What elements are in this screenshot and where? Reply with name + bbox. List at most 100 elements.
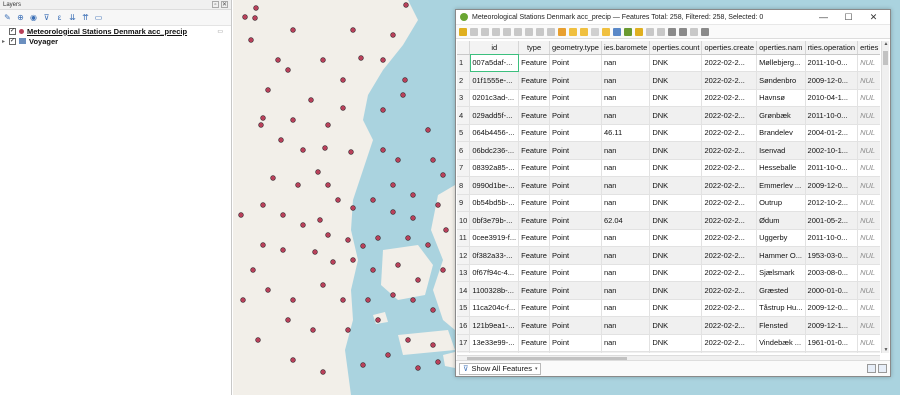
table-cell[interactable]: NUL (857, 159, 880, 177)
table-cell[interactable]: DNK (649, 211, 703, 230)
eye-icon[interactable]: ◉ (29, 13, 38, 22)
field-calculator-icon[interactable] (668, 27, 676, 36)
table-cell[interactable]: NUL (857, 351, 880, 353)
station-point[interactable] (317, 217, 323, 223)
maximize-button[interactable]: ☐ (836, 12, 861, 23)
station-point[interactable] (340, 77, 346, 83)
table-cell[interactable]: 2009-12-0... (805, 71, 859, 90)
table-cell[interactable]: 2012-10-2... (805, 194, 859, 212)
table-cell[interactable]: NUL (857, 334, 880, 352)
table-cell[interactable]: nan (601, 281, 651, 300)
table-cell[interactable]: NUL (857, 54, 880, 72)
station-point[interactable] (280, 247, 286, 253)
station-point[interactable] (350, 27, 356, 33)
station-point[interactable] (410, 192, 416, 198)
row-number[interactable]: 5 (457, 124, 471, 142)
table-cell[interactable]: NUL (857, 89, 880, 107)
scroll-down-icon[interactable]: ▼ (882, 347, 890, 353)
table-cell[interactable]: Hammer O... (756, 246, 806, 265)
table-cell[interactable]: Point (549, 334, 602, 352)
table-row[interactable]: 10 0bf3e79b-... Feature Point 62.04 DNK 2022-0… (457, 211, 880, 230)
filter-expression-icon[interactable]: ε (55, 13, 64, 22)
station-point[interactable] (440, 267, 446, 273)
station-point[interactable] (380, 107, 386, 113)
station-point[interactable] (260, 242, 266, 248)
table-cell[interactable]: Point (549, 124, 602, 142)
delete-field-icon[interactable] (657, 27, 665, 36)
station-point[interactable] (320, 369, 326, 375)
table-cell[interactable]: 0b54bd5b-... (469, 194, 520, 212)
station-point[interactable] (430, 342, 436, 348)
column-header[interactable]: erties (857, 41, 880, 55)
row-number[interactable]: 6 (457, 141, 471, 160)
copy-icon[interactable] (536, 27, 544, 36)
station-point[interactable] (425, 127, 431, 133)
table-cell[interactable]: DNK (649, 264, 703, 282)
station-point[interactable] (395, 157, 401, 163)
table-cell[interactable]: NUL (857, 281, 880, 300)
row-number[interactable]: 13 (457, 264, 471, 282)
station-point[interactable] (385, 352, 391, 358)
table-cell[interactable]: 2022-02-2... (701, 229, 758, 247)
station-point[interactable] (375, 235, 381, 241)
layer-row-voyager[interactable]: ▸ ✓ Voyager (0, 36, 231, 46)
row-number[interactable]: 12 (457, 246, 471, 265)
table-cell[interactable]: 2022-02-2... (701, 246, 758, 265)
column-header[interactable]: operties.nam (756, 41, 806, 55)
table-cell[interactable]: 0f382a33-... (469, 246, 520, 265)
table-cell[interactable]: nan (601, 176, 651, 195)
station-point[interactable] (350, 257, 356, 263)
table-cell[interactable]: NUL (857, 211, 880, 230)
table-cell[interactable]: NUL (857, 71, 880, 90)
station-point[interactable] (425, 242, 431, 248)
row-number[interactable]: 2 (457, 71, 471, 90)
table-cell[interactable]: 2022-02-2... (701, 194, 758, 212)
station-point[interactable] (315, 169, 321, 175)
station-point[interactable] (365, 297, 371, 303)
table-cell[interactable]: nan (601, 71, 651, 90)
station-point[interactable] (242, 14, 248, 20)
table-cell[interactable]: 2004-01-2... (805, 124, 859, 142)
invert-selection-icon[interactable] (580, 27, 588, 36)
float-panel-button[interactable]: ▫ (212, 1, 219, 8)
table-cell[interactable]: DNK (649, 71, 703, 90)
row-number[interactable]: 8 (457, 176, 471, 195)
table-cell[interactable]: Point (549, 351, 602, 353)
row-number[interactable]: 10 (457, 211, 471, 230)
table-row[interactable]: 8 0990d1be-... Feature Point nan DNK 2022-02-2… (457, 176, 880, 195)
row-number[interactable]: 9 (457, 194, 471, 212)
table-cell[interactable]: 2022-02-2... (701, 124, 758, 142)
table-cell[interactable]: NUL (857, 124, 880, 142)
conditional-formatting-icon[interactable] (679, 27, 687, 36)
station-point[interactable] (295, 182, 301, 188)
table-cell[interactable]: 2010-04-1... (805, 89, 859, 107)
table-cell[interactable]: 2022-02-2... (701, 89, 758, 107)
station-point[interactable] (360, 362, 366, 368)
table-cell[interactable]: 62.04 (601, 211, 651, 230)
row-number[interactable]: 14 (457, 281, 471, 300)
layer-name[interactable]: Meteorological Stations Denmark acc_prec… (27, 27, 187, 36)
table-cell[interactable]: 2000-01-0... (805, 281, 859, 300)
table-cell[interactable]: nan (601, 351, 651, 353)
table-cell[interactable]: Point (549, 299, 602, 317)
table-cell[interactable]: NUL (857, 141, 880, 160)
table-cell[interactable]: 2001-05-2... (805, 351, 859, 353)
station-point[interactable] (312, 249, 318, 255)
station-point[interactable] (410, 215, 416, 221)
station-point[interactable] (410, 297, 416, 303)
station-point[interactable] (278, 137, 284, 143)
table-cell[interactable]: 13e33e99-... (469, 334, 520, 352)
table-row[interactable]: 11 0cee3919-f... Feature Point nan DNK 2022-02… (457, 229, 880, 247)
table-cell[interactable]: Flensted (756, 316, 806, 335)
row-number[interactable]: 4 (457, 106, 471, 125)
station-point[interactable] (370, 197, 376, 203)
show-all-features-dropdown[interactable]: ⊽ Show All Features ▾ (459, 362, 542, 375)
table-cell[interactable]: 2003-08-0... (805, 264, 859, 282)
station-point[interactable] (285, 317, 291, 323)
table-row[interactable]: 7 08392a85-... Feature Point nan DNK 2022-02-2… (457, 159, 880, 177)
table-cell[interactable]: 2009-12-1... (805, 316, 859, 335)
table-cell[interactable]: Feature (518, 264, 550, 282)
station-point[interactable] (258, 122, 264, 128)
table-cell[interactable]: Ødum (756, 351, 806, 353)
table-cell[interactable]: Feature (518, 351, 550, 353)
